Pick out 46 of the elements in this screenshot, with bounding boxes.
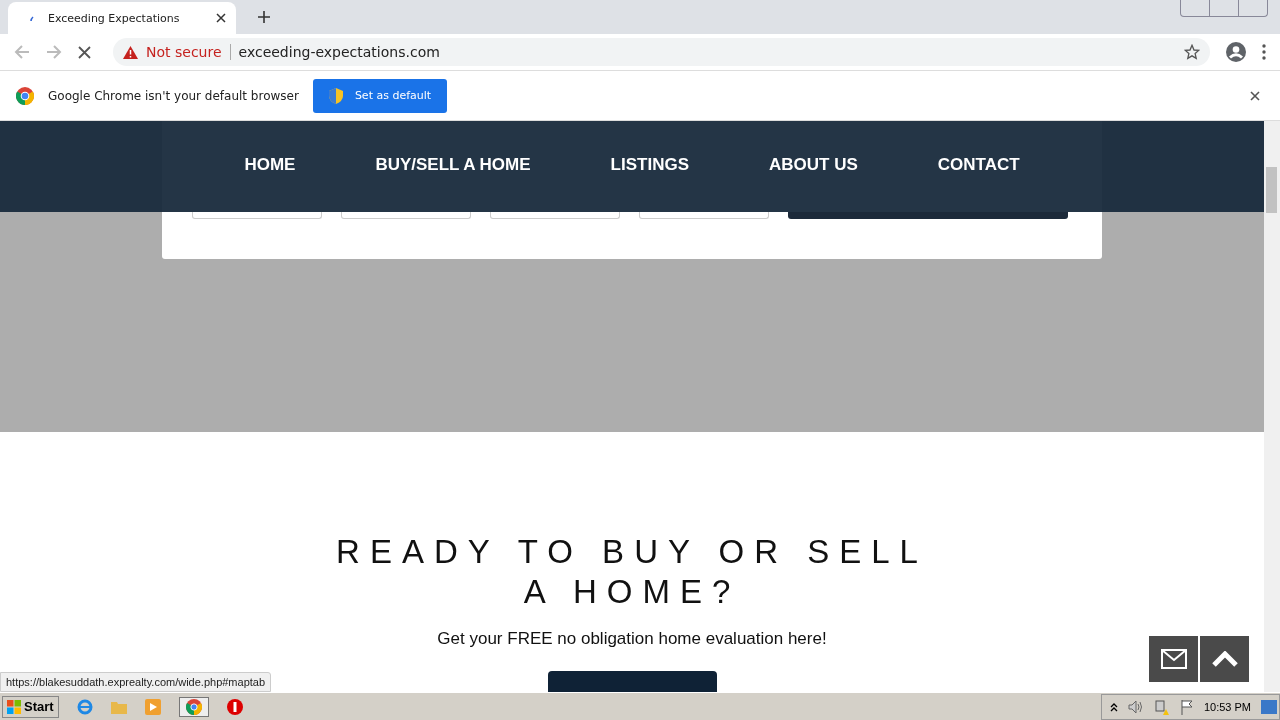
speaker-icon[interactable] (1127, 699, 1144, 714)
chrome-logo-icon (16, 86, 34, 105)
nav-link[interactable]: HOME (244, 155, 296, 175)
close-icon[interactable] (1250, 90, 1260, 101)
browser-tab[interactable]: Exceeding Expectations (8, 2, 236, 34)
chevron-up-icon[interactable] (1109, 701, 1118, 712)
status-url: https://blakesuddath.exprealty.com/wide.php#maptab (0, 672, 272, 692)
shield-icon (328, 87, 343, 104)
window-controls[interactable] (1180, 0, 1268, 17)
media-player-icon[interactable] (144, 698, 161, 715)
scroll-top-button[interactable] (1200, 636, 1249, 682)
chevron-up-icon (1211, 651, 1238, 667)
chrome-logo-icon (185, 698, 202, 715)
warning-icon (123, 45, 138, 59)
flag-icon[interactable] (1179, 698, 1194, 715)
infobar-message: Google Chrome isn't your default browser (48, 88, 299, 103)
cta-heading: READY TO BUY OR SELL A HOME? (335, 532, 929, 612)
email-button[interactable] (1149, 636, 1198, 682)
close-icon[interactable] (216, 13, 226, 23)
stop-icon[interactable] (78, 45, 91, 59)
menu-icon[interactable] (1262, 44, 1266, 60)
cta-text: Get your FREE no obligation home evaluation here! (437, 629, 827, 649)
network-icon[interactable] (1153, 698, 1170, 715)
nav-link[interactable]: LISTINGS (610, 155, 689, 175)
set-default-button[interactable]: Set as default (312, 78, 448, 113)
clock: 10:53 PM (1203, 700, 1251, 713)
new-tab-icon[interactable] (258, 11, 270, 23)
forward-icon[interactable] (46, 44, 62, 60)
envelope-icon (1160, 649, 1187, 669)
star-icon[interactable] (1184, 44, 1200, 60)
start-button[interactable]: Start (2, 695, 59, 718)
stop-sign-icon[interactable] (226, 698, 243, 715)
url-text: exceeding-expectations.com (238, 44, 440, 60)
windows-logo-icon (7, 699, 21, 714)
chrome-taskbar-button[interactable] (178, 696, 209, 717)
tab-title: Exceeding Expectations (48, 11, 180, 25)
nav-link[interactable]: CONTACT (937, 155, 1020, 175)
nav-link[interactable]: ABOUT US (769, 155, 858, 175)
back-icon[interactable] (14, 44, 30, 60)
scrollbar[interactable] (1264, 121, 1280, 692)
ie-icon[interactable] (76, 698, 93, 715)
address-field[interactable]: Not secure exceeding-expectations.com (113, 38, 1210, 66)
security-label: Not secure (146, 44, 222, 60)
show-desktop-button[interactable] (1261, 699, 1277, 714)
nav-link[interactable]: BUY/SELL A HOME (375, 155, 531, 175)
profile-icon[interactable] (1226, 42, 1246, 62)
